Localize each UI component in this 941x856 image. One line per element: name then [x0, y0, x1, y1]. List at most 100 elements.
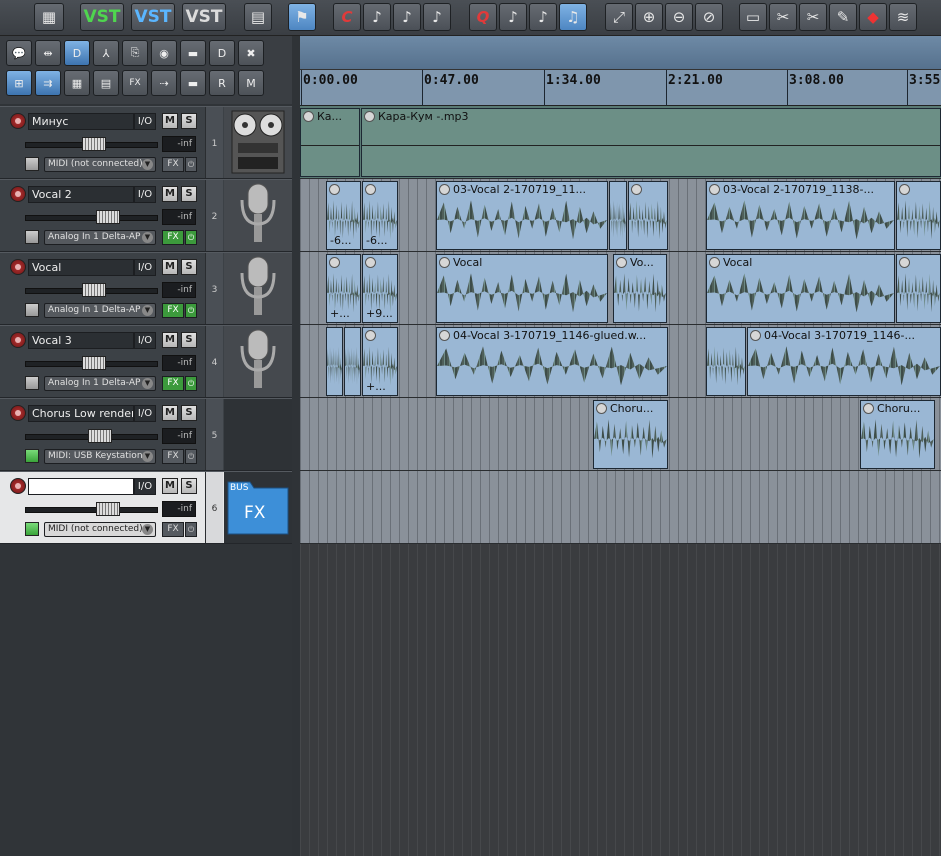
track-name[interactable]: Chorus Low render: [28, 405, 134, 422]
track-name[interactable]: Минус: [28, 113, 134, 130]
split-icon[interactable]: ▭: [739, 3, 767, 31]
media-item[interactable]: [628, 181, 668, 250]
envelope-button[interactable]: [25, 303, 39, 317]
vst-blue-button[interactable]: VST: [131, 3, 175, 31]
solo-button[interactable]: S: [181, 113, 197, 129]
remove-icon[interactable]: ✖: [238, 40, 264, 66]
io-button[interactable]: I/O: [134, 405, 156, 422]
fx-bypass-button[interactable]: ⏻: [185, 230, 197, 245]
media-item[interactable]: Кара-Кум -.mp3: [361, 108, 941, 177]
zoom-out-icon[interactable]: ⊖: [665, 3, 693, 31]
arrange-view[interactable]: 0:00.00 0:47.00 1:34.00 2:21.00 3:08.00 …: [300, 36, 941, 856]
fader-knob[interactable]: [82, 283, 106, 297]
track-lane-5[interactable]: Choru... Choru...: [300, 398, 941, 471]
io-button[interactable]: I/O: [134, 186, 156, 203]
solo-button[interactable]: S: [181, 405, 197, 421]
walk-icon[interactable]: ⚑: [288, 3, 316, 31]
note-icon-4[interactable]: ♪: [499, 3, 527, 31]
media-item[interactable]: +...: [362, 327, 398, 396]
media-item[interactable]: [344, 327, 361, 396]
media-item[interactable]: Ка...: [300, 108, 360, 177]
track-name[interactable]: [28, 478, 134, 495]
vst-gray-button[interactable]: VST: [182, 3, 226, 31]
media-item[interactable]: Choru...: [860, 400, 935, 469]
fx-button[interactable]: FX: [162, 522, 184, 537]
envelope-button[interactable]: [25, 230, 39, 244]
media-item[interactable]: -6...: [326, 181, 361, 250]
track-name[interactable]: Vocal 3: [28, 332, 134, 349]
media-item[interactable]: 04-Vocal 3-170719_1146-...: [747, 327, 941, 396]
region-ruler[interactable]: [300, 36, 941, 70]
input-select[interactable]: Analog In 1 Delta-AP ▼: [44, 376, 156, 391]
solo-button[interactable]: S: [181, 478, 197, 494]
media-item[interactable]: [609, 181, 627, 250]
input-select[interactable]: MIDI: USB Keystation ▼: [44, 449, 156, 464]
import-icon[interactable]: ⇢: [151, 70, 177, 96]
input-select[interactable]: MIDI (not connected) ▼: [44, 157, 156, 172]
cut-x-icon[interactable]: ✂: [799, 3, 827, 31]
volume-fader[interactable]: [25, 137, 158, 151]
mute-button[interactable]: M: [162, 186, 178, 202]
note-active-icon[interactable]: ♫: [559, 3, 587, 31]
fader-knob[interactable]: [82, 356, 106, 370]
solo-button[interactable]: S: [181, 186, 197, 202]
note-icon-3[interactable]: ♪: [423, 3, 451, 31]
chip-icon[interactable]: ▦: [34, 3, 64, 31]
record-arm-button[interactable]: [10, 186, 26, 202]
folder-icon-2[interactable]: ▬: [180, 70, 206, 96]
note-icon-2[interactable]: ♪: [393, 3, 421, 31]
media-item[interactable]: -6...: [362, 181, 398, 250]
track-4[interactable]: Vocal 3 I/O M S -inf Analog In 1 Delta-A…: [0, 325, 292, 398]
media-item[interactable]: [706, 327, 746, 396]
folder-m-icon[interactable]: M: [238, 70, 264, 96]
volume-fader[interactable]: [25, 283, 158, 297]
media-item[interactable]: Vo...: [613, 254, 667, 323]
route-icon[interactable]: ⎘: [122, 40, 148, 66]
fx-button[interactable]: FX: [162, 230, 184, 245]
envelope-button[interactable]: [25, 522, 39, 536]
fx-bypass-button[interactable]: ⏻: [185, 376, 197, 391]
mute-button[interactable]: M: [162, 478, 178, 494]
record-arm-button[interactable]: [10, 332, 26, 348]
fx-bypass-button[interactable]: ⏻: [185, 157, 197, 172]
timeline-ruler[interactable]: 0:00.00 0:47.00 1:34.00 2:21.00 3:08.00 …: [300, 70, 941, 106]
waveform-icon[interactable]: ≋: [889, 3, 917, 31]
track-lane-1[interactable]: Ка... Кара-Кум -.mp3: [300, 106, 941, 179]
io-button[interactable]: I/O: [134, 332, 156, 349]
track-2[interactable]: Vocal 2 I/O M S -inf Analog In 1 Delta-A…: [0, 179, 292, 252]
note-icon-5[interactable]: ♪: [529, 3, 557, 31]
track-name[interactable]: Vocal 2: [28, 186, 134, 203]
fx-icon[interactable]: FX: [122, 70, 148, 96]
fx-bypass-button[interactable]: ⏻: [185, 303, 197, 318]
track-3[interactable]: Vocal I/O M S -inf Analog In 1 Delta-AP ▼…: [0, 252, 292, 325]
media-item[interactable]: 03-Vocal 2-170719_11...: [436, 181, 608, 250]
fx-bypass-button[interactable]: ⏻: [185, 449, 197, 464]
media-item[interactable]: +9...: [362, 254, 398, 323]
lock-icon[interactable]: ⊞: [6, 70, 32, 96]
zoom-reset-icon[interactable]: ⊘: [695, 3, 723, 31]
zoom-fit-icon[interactable]: ⤢: [605, 3, 633, 31]
fx-button[interactable]: FX: [162, 157, 184, 172]
media-item[interactable]: 03-Vocal 2-170719_1138-...: [706, 181, 895, 250]
io-button[interactable]: I/O: [134, 113, 156, 130]
volume-fader[interactable]: [25, 210, 158, 224]
folder-icon[interactable]: ▬: [180, 40, 206, 66]
record-arm-button[interactable]: [10, 478, 26, 494]
track-lane-6[interactable]: [300, 471, 941, 544]
record-arm-button[interactable]: [10, 113, 26, 129]
ripple-icon[interactable]: Ⅾ: [64, 40, 90, 66]
snap-icon[interactable]: ⇹: [35, 40, 61, 66]
track-lane-2[interactable]: -6... -6... 03-Vocal 2-170719_11... 03-V…: [300, 179, 941, 252]
record-arm-button[interactable]: [10, 259, 26, 275]
fx-button[interactable]: FX: [162, 449, 184, 464]
mute-button[interactable]: M: [162, 113, 178, 129]
note-icon[interactable]: ♪: [363, 3, 391, 31]
envelope-button[interactable]: [25, 157, 39, 171]
mute-button[interactable]: M: [162, 332, 178, 348]
media-item[interactable]: Vocal: [436, 254, 608, 323]
eye-icon[interactable]: ◉: [151, 40, 177, 66]
input-select[interactable]: Analog In 1 Delta-AP ▼: [44, 230, 156, 245]
volume-fader[interactable]: [25, 356, 158, 370]
mute-button[interactable]: M: [162, 405, 178, 421]
track-6[interactable]: I/O M S -inf MIDI (not connected) ▼ FX ⏻ …: [0, 471, 292, 544]
